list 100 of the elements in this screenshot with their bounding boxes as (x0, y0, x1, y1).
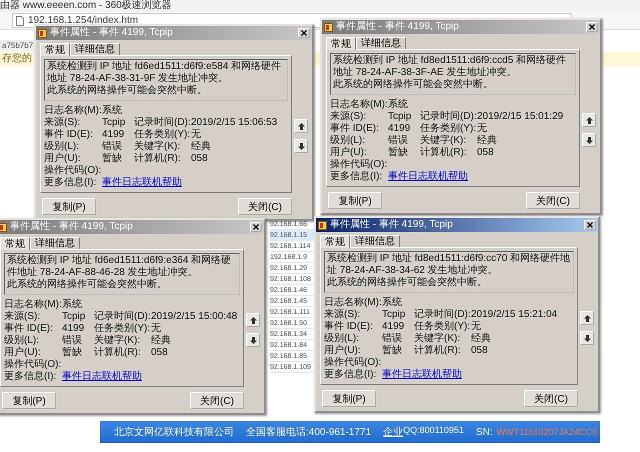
help-link[interactable]: 事件日志联机帮助 (382, 369, 574, 381)
field-label: 用户(U): (330, 147, 368, 159)
help-link[interactable]: 事件日志联机帮助 (388, 171, 576, 183)
field-label: 操作代码(O): (324, 357, 382, 368)
message-text: 此系统的网络操作可能会突然中断。 (47, 85, 208, 97)
field-value: 系统 (388, 99, 409, 111)
field-label: 任务类别(Y): (420, 123, 477, 134)
next-button[interactable] (580, 331, 594, 345)
message-text: 系统检测到 IP 地址 fd6ed1511:d6f9:e364 和网络硬件地址 78-24-AF-88-46-28 发生地址冲突。 (7, 255, 232, 278)
field-label: 计算机(R): (94, 347, 142, 359)
service-phone: 全国客服电话:400-961-1771 (246, 426, 372, 439)
close-icon (589, 24, 595, 30)
field-label: 关键字(K): (420, 135, 468, 146)
field-value: 系统 (382, 297, 403, 309)
field-label: 日志名称(M): (4, 299, 62, 310)
up-arrow-icon (586, 116, 592, 124)
tab[interactable]: 详细信息 (356, 37, 406, 49)
field-label: 用户(U): (4, 347, 42, 359)
browser-title: 由器 www.eeeen.com - 360极速浏览器 (0, 0, 172, 12)
window-title: 事件属性 - 事件 4199, Tcpip (330, 219, 453, 231)
tab[interactable]: 常规 (320, 235, 350, 248)
page-tab[interactable]: a75b7b7 (0, 40, 36, 50)
field-label: 来源(S): (330, 111, 368, 122)
field-value: 经典 (151, 335, 172, 347)
up-arrow-icon (298, 122, 304, 130)
field-label: 来源(S): (4, 311, 42, 322)
tab[interactable]: 详细信息 (70, 43, 120, 55)
field-value: 无 (151, 323, 162, 334)
field-value: 暂缺 (388, 147, 409, 159)
field-label: 操作代码(O): (44, 165, 102, 176)
tab[interactable]: 详细信息 (30, 237, 80, 249)
field-value: 4199 (102, 129, 126, 141)
dialog-button[interactable]: 复制(P) (42, 198, 96, 215)
field-label: 操作代码(O): (4, 359, 62, 370)
dialog-button[interactable]: 关闭(C) (526, 192, 580, 209)
help-link[interactable]: 事件日志联机帮助 (102, 177, 288, 189)
field-value: 暂缺 (62, 347, 83, 359)
field-label: 任务类别(Y): (134, 129, 191, 140)
window-title: 事件属性 - 事件 4199, Tcpip (50, 27, 173, 39)
dialog-button[interactable]: 复制(P) (2, 392, 56, 409)
previous-button[interactable] (294, 119, 308, 133)
dialog-button[interactable]: 复制(P) (322, 390, 376, 407)
dialog-button[interactable]: 关闭(C) (190, 392, 244, 409)
next-button[interactable] (294, 139, 308, 153)
field-label: 级别(L): (324, 333, 360, 344)
close-button[interactable] (584, 220, 596, 230)
down-arrow-icon (584, 334, 590, 342)
field-label: 用户(U): (44, 153, 82, 165)
tab[interactable]: 常规 (326, 37, 356, 50)
tab[interactable]: 常规 (0, 237, 30, 250)
field-label: 日志名称(M): (330, 99, 388, 110)
notice-text: 存您的 (1, 53, 32, 65)
close-icon (301, 30, 307, 36)
field-value: 2019/2/15 15:21:04 (471, 309, 558, 321)
next-button[interactable] (246, 333, 260, 347)
window-title: 事件属性 - 事件 4199, Tcpip (10, 221, 133, 233)
field-value: 2019/2/15 15:01:29 (477, 111, 564, 123)
previous-button[interactable] (246, 313, 260, 327)
field-label: 来源(S): (44, 117, 82, 128)
field-value: 经典 (191, 141, 212, 153)
field-value: 错误 (382, 333, 403, 344)
qq-link[interactable]: 企业 (383, 425, 404, 439)
field-label: 关键字(K): (414, 333, 462, 344)
field-value: 经典 (477, 135, 498, 147)
company-name: 北京文网亿联科技有限公司 (114, 426, 234, 439)
field-value: 无 (191, 129, 202, 140)
field-value: 错误 (388, 135, 409, 146)
message-text: 此系统的网络操作可能会突然中断。 (327, 277, 488, 289)
field-value: 错误 (102, 141, 123, 152)
field-label: 更多信息(I): (44, 177, 98, 189)
field-value: 2019/2/15 15:06:53 (191, 117, 278, 129)
field-label: 事件 ID(E): (330, 123, 380, 135)
field-value: Tcpip (388, 111, 412, 123)
field-label: 事件 ID(E): (44, 129, 94, 141)
field-label: 记录时间(D): (134, 117, 191, 128)
previous-button[interactable] (580, 311, 594, 325)
down-arrow-icon (250, 336, 256, 344)
tab[interactable]: 常规 (40, 43, 70, 56)
dialog-button[interactable]: 复制(P) (328, 192, 382, 209)
help-link[interactable]: 事件日志联机帮助 (62, 371, 240, 383)
message-text: 此系统的网络操作可能会突然中断。 (333, 79, 494, 91)
next-button[interactable] (582, 133, 596, 147)
field-value: 058 (471, 345, 489, 357)
qq-number: QQ:800110951 (403, 425, 464, 437)
field-value: 058 (477, 147, 495, 159)
field-label: 计算机(R): (134, 153, 182, 165)
previous-button[interactable] (582, 113, 596, 127)
field-label: 事件 ID(E): (324, 321, 374, 333)
field-value: 无 (471, 321, 482, 332)
field-label: 任务类别(Y): (94, 323, 151, 334)
dialog-button[interactable]: 关闭(C) (238, 198, 292, 215)
tab[interactable]: 详细信息 (350, 235, 400, 247)
field-value: 错误 (62, 335, 83, 346)
dialog-button[interactable]: 关闭(C) (524, 390, 578, 407)
field-label: 来源(S): (324, 309, 362, 320)
field-value: 无 (477, 123, 488, 134)
field-value: Tcpip (62, 311, 86, 323)
app-icon (0, 222, 7, 232)
field-value: 4199 (382, 321, 406, 333)
field-label: 关键字(K): (134, 141, 182, 152)
